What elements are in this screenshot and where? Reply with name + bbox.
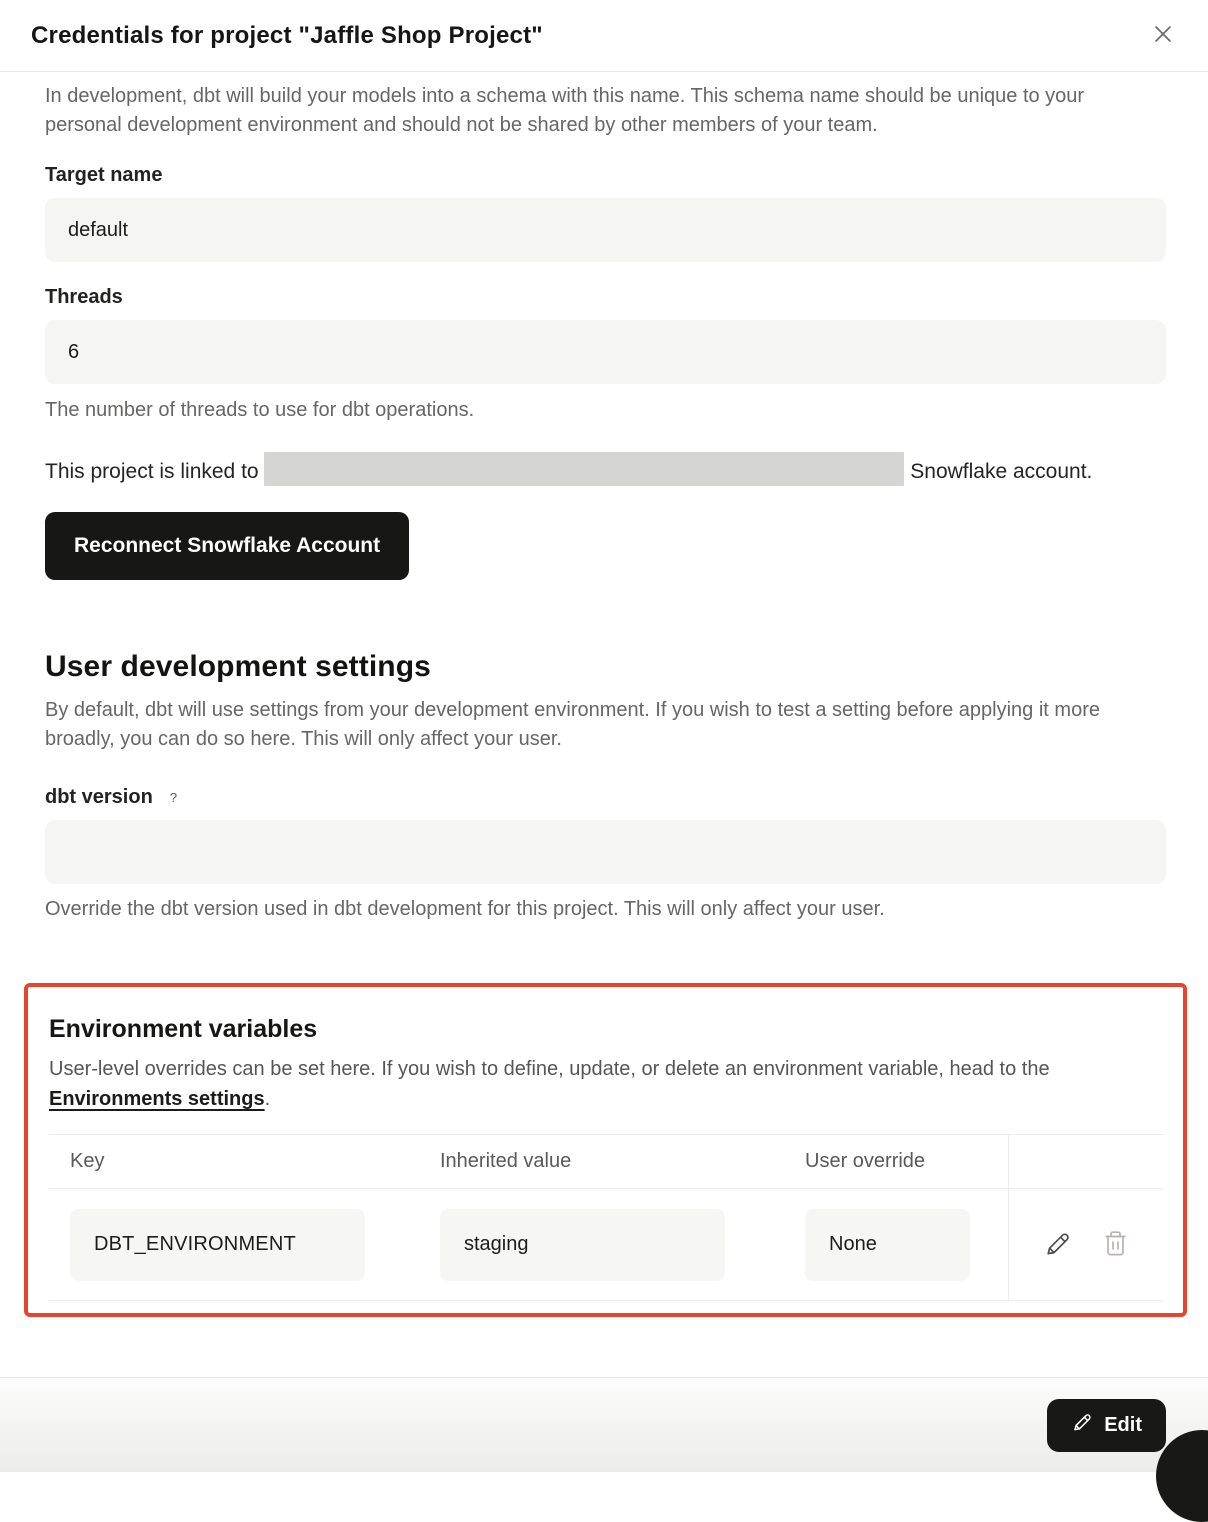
column-header-key: Key: [49, 1150, 419, 1173]
table-header-row: Key Inherited value User override: [49, 1135, 1163, 1189]
dbt-version-helper-text: Override the dbt version used in dbt dev…: [45, 898, 1166, 921]
reconnect-snowflake-label: Reconnect Snowflake Account: [74, 534, 380, 558]
close-icon: [1149, 20, 1177, 51]
env-var-user-override-value: None: [805, 1209, 970, 1281]
redacted-account-name: [264, 452, 904, 486]
target-name-input[interactable]: [45, 198, 1166, 262]
dbt-version-label: dbt version: [45, 786, 153, 809]
env-var-inherited-value: staging: [440, 1209, 725, 1281]
dbt-version-input[interactable]: [45, 820, 1166, 884]
close-button[interactable]: [1146, 19, 1180, 53]
edit-row-button[interactable]: [1041, 1227, 1074, 1263]
edit-pencil-icon: [1071, 1411, 1093, 1439]
edit-button[interactable]: Edit: [1047, 1399, 1166, 1452]
modal-footer: Edit: [0, 1377, 1208, 1472]
table-row: DBT_ENVIRONMENT staging None: [49, 1189, 1163, 1301]
modal-title: Credentials for project "Jaffle Shop Pro…: [31, 22, 543, 50]
target-name-label: Target name: [45, 164, 1166, 187]
env-desc-before-link: User-level overrides can be set here. If…: [49, 1058, 1050, 1080]
environment-variables-table: Key Inherited value User override DBT_EN…: [49, 1134, 1163, 1301]
linked-account-text: This project is linked to Snowflake acco…: [45, 452, 1166, 490]
environments-settings-link[interactable]: Environments settings: [49, 1088, 265, 1110]
user-development-settings-heading: User development settings: [45, 650, 1166, 684]
environment-variables-highlighted-section: Environment variables User-level overrid…: [24, 983, 1187, 1317]
threads-input[interactable]: [45, 320, 1166, 384]
delete-row-button[interactable]: [1100, 1227, 1131, 1263]
linked-account-prefix: This project is linked to: [45, 460, 259, 483]
env-desc-after-link: .: [265, 1088, 271, 1110]
schema-description-text: In development, dbt will build your mode…: [45, 82, 1166, 140]
edit-button-label: Edit: [1104, 1414, 1142, 1437]
threads-helper-text: The number of threads to use for dbt ope…: [45, 399, 1166, 422]
trash-icon: [1102, 1229, 1129, 1261]
modal-body: In development, dbt will build your mode…: [0, 72, 1208, 1377]
row-actions-cell: [1008, 1189, 1163, 1300]
linked-account-suffix: Snowflake account.: [910, 460, 1092, 483]
modal-header: Credentials for project "Jaffle Shop Pro…: [0, 0, 1208, 72]
pencil-icon: [1043, 1229, 1072, 1261]
column-header-actions: [1008, 1135, 1163, 1188]
threads-label: Threads: [45, 286, 1166, 309]
user-development-settings-description: By default, dbt will use settings from y…: [45, 696, 1166, 754]
help-icon[interactable]: ?: [162, 786, 185, 809]
environment-variables-heading: Environment variables: [49, 1015, 1163, 1044]
reconnect-snowflake-button[interactable]: Reconnect Snowflake Account: [45, 512, 409, 580]
env-var-key-value: DBT_ENVIRONMENT: [70, 1209, 365, 1281]
column-header-user-override: User override: [784, 1150, 1008, 1173]
svg-text:?: ?: [170, 790, 177, 805]
environment-variables-description: User-level overrides can be set here. If…: [49, 1054, 1163, 1114]
column-header-inherited-value: Inherited value: [419, 1150, 784, 1173]
